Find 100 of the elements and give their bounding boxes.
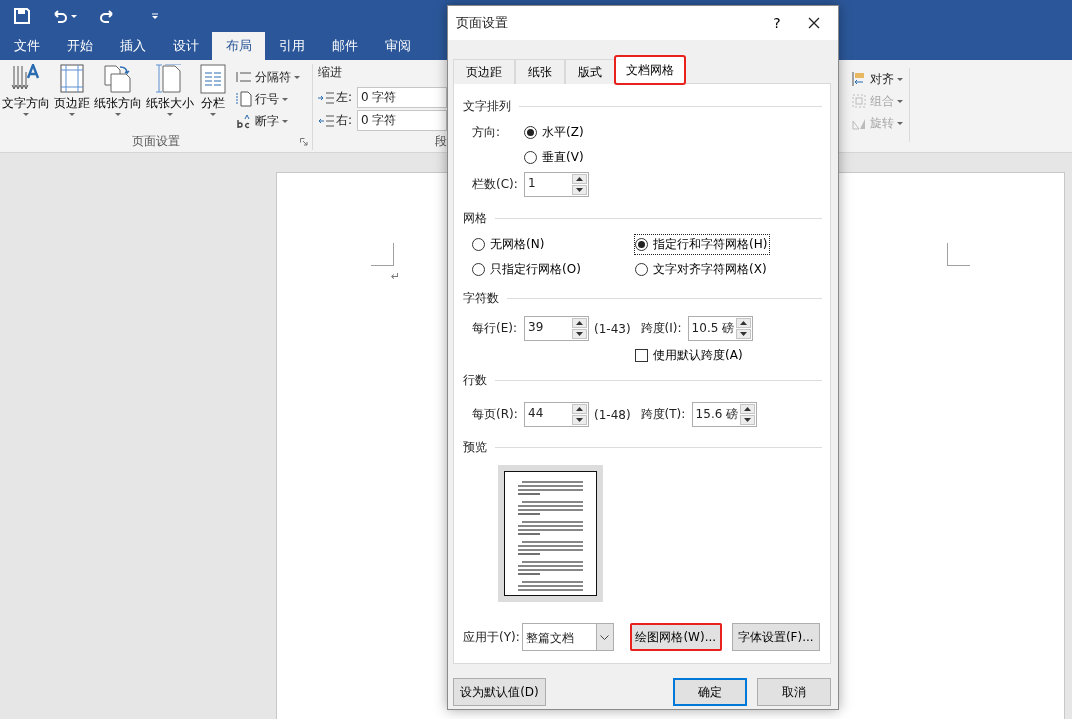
crop-mark-icon xyxy=(947,243,970,266)
radio-button[interactable]: 垂直(V) xyxy=(524,148,586,167)
spin-field[interactable]: 39 xyxy=(524,316,589,341)
help-button[interactable]: ? xyxy=(762,14,792,32)
caret-icon xyxy=(282,119,288,123)
field-label: 跨度(I): xyxy=(640,321,682,335)
section-break-icon xyxy=(236,69,252,85)
spin-down-button[interactable] xyxy=(735,329,751,339)
caret-icon xyxy=(167,113,173,116)
caret-icon xyxy=(23,113,29,116)
dialog-button[interactable]: 字体设置(F)... xyxy=(731,623,820,651)
ribbon-button[interactable]: 页边距 xyxy=(52,64,92,132)
down-triangle-icon xyxy=(576,332,583,336)
up-triangle-icon xyxy=(743,407,751,411)
caret-icon xyxy=(69,113,75,116)
caret-icon xyxy=(294,75,300,79)
ribbon-tab[interactable]: 设计 xyxy=(159,32,212,60)
section-heading: 网格 xyxy=(463,209,487,227)
field-label: 左: xyxy=(335,89,352,106)
radio-button[interactable]: 只指定行网格(O) xyxy=(472,260,583,279)
dialog-button[interactable]: 取消 xyxy=(757,678,831,706)
spin-down-button[interactable] xyxy=(572,415,587,425)
redo-icon xyxy=(99,9,115,23)
caret-icon xyxy=(282,97,288,101)
ribbon-tab[interactable]: 文件 xyxy=(0,32,53,60)
dialog-tab[interactable]: 版式 xyxy=(565,59,615,84)
caret-icon xyxy=(210,113,216,116)
dialog-tab[interactable]: 页边距 xyxy=(453,59,515,84)
up-triangle-icon xyxy=(576,407,583,411)
save-button[interactable] xyxy=(14,6,30,26)
ribbon-tab[interactable]: 引用 xyxy=(265,32,318,60)
columns-icon xyxy=(198,64,228,94)
field-label: 右: xyxy=(335,112,352,129)
ribbon-button[interactable]: 对齐 xyxy=(849,68,905,90)
spin-up-button[interactable] xyxy=(572,174,587,184)
spin-field[interactable]: 15.6 磅 xyxy=(691,402,757,427)
ribbon-tab[interactable]: 布局 xyxy=(212,32,265,60)
spin-up-button[interactable] xyxy=(735,318,751,328)
ribbon-button[interactable]: 文字方向 xyxy=(0,64,52,132)
ribbon-button[interactable]: 断字 xyxy=(234,110,302,132)
dialog-button[interactable]: 设为默认值(D) xyxy=(453,678,546,706)
crop-mark-icon xyxy=(371,243,394,266)
spin-field[interactable]: 1 xyxy=(524,172,589,197)
ribbon-tab[interactable]: 邮件 xyxy=(318,32,371,60)
indent-field[interactable]: 0 字符 xyxy=(357,110,447,131)
caret-icon xyxy=(897,77,903,81)
dialog-button[interactable]: 确定 xyxy=(673,678,747,706)
field-label: 应用于(Y): xyxy=(463,628,520,646)
dialog-launcher-icon[interactable] xyxy=(299,138,308,146)
down-triangle-icon xyxy=(743,418,751,422)
dialog-button[interactable]: 绘图网格(W)... xyxy=(629,623,722,651)
ribbon-tab[interactable]: 插入 xyxy=(106,32,159,60)
ribbon-button[interactable]: 分栏 xyxy=(196,64,230,132)
spin-field[interactable]: 44 xyxy=(524,402,589,427)
ribbon-button[interactable]: 分隔符 xyxy=(234,66,302,88)
ribbon-button[interactable]: 纸张大小 xyxy=(144,64,196,132)
field-label: 方向: xyxy=(472,125,501,139)
spin-field[interactable]: 10.5 磅 xyxy=(687,316,753,341)
indent-field[interactable]: 0 字符 xyxy=(357,87,447,108)
save-icon xyxy=(14,8,30,24)
orientation-icon xyxy=(103,64,133,94)
caret-icon xyxy=(897,99,903,103)
radio-button[interactable]: 水平(Z) xyxy=(524,123,586,142)
down-triangle-icon xyxy=(576,418,583,422)
caret-icon xyxy=(115,113,121,116)
spin-down-button[interactable] xyxy=(572,185,587,195)
ribbon-button[interactable]: 纸张方向 xyxy=(92,64,144,132)
ribbon-button[interactable]: 行号 xyxy=(234,88,302,110)
spin-up-button[interactable] xyxy=(572,404,587,414)
range-text: (1-48) xyxy=(594,407,631,422)
spin-up-button[interactable] xyxy=(572,318,587,328)
customize-icon xyxy=(151,12,159,20)
section-heading: 行数 xyxy=(463,371,487,389)
group-heading: 缩进 xyxy=(317,64,342,81)
group-title: 页面设置 xyxy=(131,132,180,150)
radio-button[interactable]: 无网格(N) xyxy=(472,235,547,254)
apply-to-select[interactable]: 整篇文档 xyxy=(521,623,614,651)
group-icon xyxy=(851,93,867,109)
up-triangle-icon xyxy=(576,321,583,325)
up-triangle-icon xyxy=(739,321,747,325)
checkbox[interactable]: 使用默认跨度(A) xyxy=(635,346,745,365)
ribbon-tab[interactable]: 审阅 xyxy=(371,32,424,60)
radio-button[interactable]: 文字对齐字符网格(X) xyxy=(635,260,769,279)
margins-icon xyxy=(57,64,87,94)
radio-button[interactable]: 指定行和字符网格(H) xyxy=(635,235,770,254)
spin-up-button[interactable] xyxy=(739,404,755,414)
spin-down-button[interactable] xyxy=(572,329,587,339)
indent-left-icon xyxy=(317,91,334,104)
dialog-tab[interactable]: 纸张 xyxy=(515,59,565,84)
field-label: 每行(E): xyxy=(472,321,517,335)
hyphenation-icon xyxy=(236,113,252,129)
field-label: 栏数(C): xyxy=(472,177,518,191)
field-label: 跨度(T): xyxy=(640,407,686,421)
range-text: (1-43) xyxy=(594,321,631,336)
spin-down-button[interactable] xyxy=(739,415,755,425)
paragraph-mark: ↵ xyxy=(391,270,401,283)
ribbon-tab[interactable]: 开始 xyxy=(53,32,106,60)
down-triangle-icon xyxy=(739,332,747,336)
indent-right-icon xyxy=(317,114,334,127)
dialog-tab[interactable]: 文档网格 xyxy=(615,56,685,84)
